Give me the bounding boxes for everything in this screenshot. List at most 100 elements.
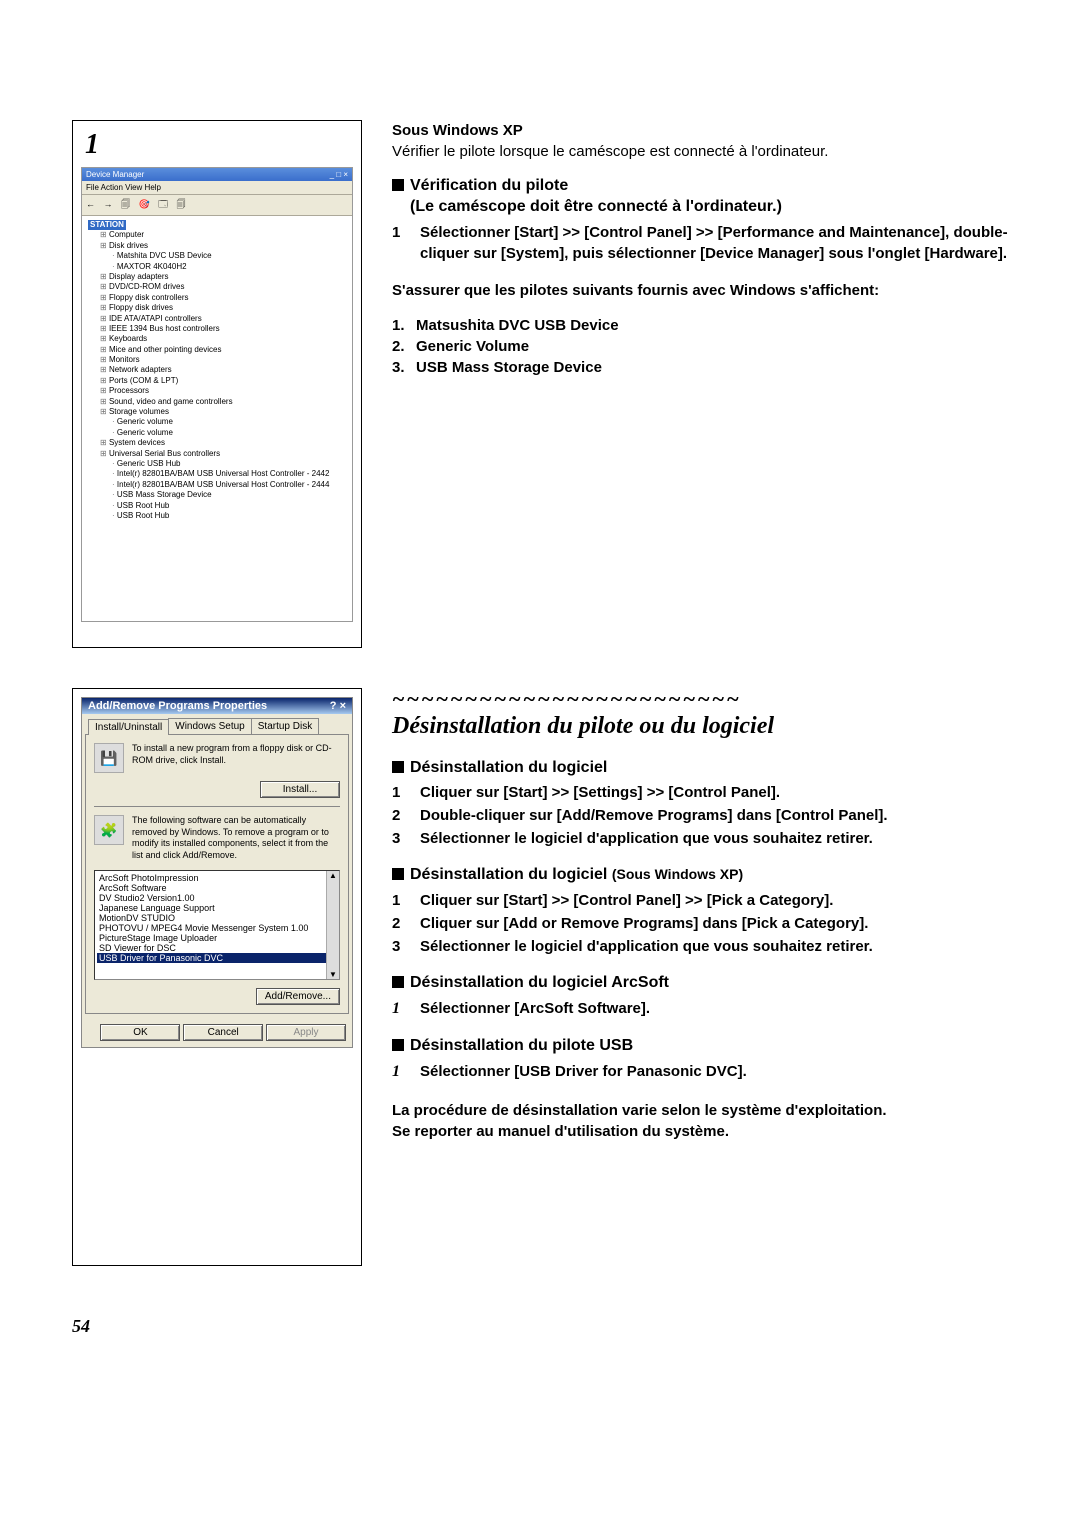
tree-node: Display adapters [100, 272, 346, 282]
step-row: 3Sélectionner le logiciel d'application … [392, 936, 1008, 957]
tree-leaf: USB Root Hub [112, 511, 346, 521]
tab-install-uninstall[interactable]: Install/Uninstall [88, 719, 169, 735]
dialog-buttons: OK Cancel Apply [82, 1024, 352, 1047]
tree-node: Universal Serial Bus controllersGeneric … [100, 449, 346, 522]
right-column-bottom: ~~~~~~~~~~~~~~~~~~~~~~~~ Désinstallation… [392, 688, 1008, 1286]
tree-leaf: Generic volume [112, 428, 346, 438]
install-text: To install a new program from a floppy d… [132, 743, 340, 766]
bullet-square-icon [392, 761, 404, 773]
bullet-square-icon [392, 976, 404, 988]
driver-row: 2.Generic Volume [392, 336, 1008, 357]
list-item[interactable]: PictureStage Image Uploader [97, 933, 337, 943]
step-row: 1 Sélectionner [ArcSoft Software]. [392, 998, 1008, 1020]
step-row: 3Sélectionner le logiciel d'application … [392, 828, 1008, 849]
tab-startup-disk[interactable]: Startup Disk [251, 718, 319, 734]
steps-c: 1 Sélectionner [ArcSoft Software]. [392, 998, 1008, 1020]
list-item[interactable]: Japanese Language Support [97, 903, 337, 913]
step-text: Sélectionner le logiciel d'application q… [420, 828, 873, 849]
device-manager-window: Device Manager _ □ × File Action View He… [81, 167, 353, 622]
apply-button[interactable]: Apply [266, 1024, 346, 1041]
left-column-bottom: Add/Remove Programs Properties ? × Insta… [72, 688, 362, 1286]
bullet-square-icon [392, 1039, 404, 1051]
cancel-button[interactable]: Cancel [183, 1024, 263, 1041]
verification-subtitle: (Le caméscope doit être connecté à l'ord… [410, 197, 782, 218]
verification-steps: 1 Sélectionner [Start] >> [Control Panel… [392, 222, 1008, 264]
uninstall-arcsoft-heading: Désinstallation du logiciel ArcSoft [392, 973, 1008, 994]
step-row: 2 Cliquer sur [Add or Remove Programs] da… [392, 913, 1008, 934]
scroll-up-icon[interactable]: ▲ [329, 871, 337, 880]
right-column-top: Sous Windows XP Vérifier le pilote lorsq… [392, 120, 1008, 668]
steps-b: 1Cliquer sur [Start] >> [Control Panel] … [392, 890, 1008, 957]
tree-node: Storage volumesGeneric volumeGeneric vol… [100, 407, 346, 438]
ok-button[interactable]: OK [100, 1024, 180, 1041]
tree-leaf: Generic USB Hub [112, 459, 346, 469]
wave-divider: ~~~~~~~~~~~~~~~~~~~~~~~~ [392, 688, 1008, 710]
tree-node: Sound, video and game controllers [100, 397, 346, 407]
step-row: 1Cliquer sur [Start] >> [Control Panel] … [392, 890, 1008, 911]
addremove-button-row: Add/Remove... [94, 988, 340, 1005]
addremove-title-text: Add/Remove Programs Properties [88, 700, 267, 712]
tree-leaf: MAXTOR 4K040H2 [112, 262, 346, 272]
steps-d: 1 Sélectionner [USB Driver for Panasonic… [392, 1061, 1008, 1083]
tab-windows-setup[interactable]: Windows Setup [168, 718, 251, 734]
steps-a: 1 Cliquer sur [Start] >> [Settings] >> [C… [392, 782, 1008, 849]
os-heading: Sous Windows XP [392, 120, 1008, 141]
tree-node: Network adapters [100, 365, 346, 375]
programs-listbox[interactable]: ArcSoft PhotoImpressionArcSoft SoftwareD… [94, 870, 340, 980]
scroll-down-icon[interactable]: ▼ [329, 970, 337, 979]
driver-row: 3.USB Mass Storage Device [392, 357, 1008, 378]
tree-node: Ports (COM & LPT) [100, 376, 346, 386]
step-text: Sélectionner [USB Driver for Panasonic D… [420, 1061, 747, 1083]
step-number: 3 [392, 936, 408, 957]
devmgr-tree: STATION ComputerDisk drivesMatshita DVC … [82, 216, 352, 621]
addremove-titlebar: Add/Remove Programs Properties ? × [82, 698, 352, 714]
step-number: 1 [392, 222, 408, 264]
addremove-body: 💾 To install a new program from a floppy… [85, 734, 349, 1014]
install-icon: 💾 [94, 743, 124, 773]
tree-leaf: Intel(r) 82801BA/BAM USB Universal Host … [112, 469, 346, 479]
top-row: 1 Device Manager _ □ × File Action View … [72, 120, 1008, 668]
list-item[interactable]: SD Viewer for DSC [97, 943, 337, 953]
tree-node: Processors [100, 386, 346, 396]
heading-b-main: Désinstallation du logiciel [410, 866, 612, 883]
list-item[interactable]: ArcSoft PhotoImpression [97, 873, 337, 883]
list-item[interactable]: PHOTOVU / MPEG4 Movie Messenger System 1… [97, 923, 337, 933]
step-number: 1 [392, 1061, 408, 1083]
step-text: Cliquer sur [Add or Remove Programs] dan… [420, 913, 868, 934]
listbox-scrollbar[interactable]: ▲ ▼ [326, 871, 339, 979]
footer-note-1: La procédure de désinstallation varie se… [392, 1100, 1008, 1121]
heading-a-text: Désinstallation du logiciel [410, 758, 607, 779]
tree-node: Keyboards [100, 334, 346, 344]
driver-number: 1. [392, 315, 406, 336]
bullet-square-icon [392, 868, 404, 880]
tree-node: Floppy disk drives [100, 303, 346, 313]
os-note: Vérifier le pilote lorsque le caméscope … [392, 141, 1008, 162]
devmgr-title-text: Device Manager [86, 170, 144, 179]
tree-leaf: USB Root Hub [112, 501, 346, 511]
driver-number: 3. [392, 357, 406, 378]
bottom-row: Add/Remove Programs Properties ? × Insta… [72, 688, 1008, 1286]
install-section: 💾 To install a new program from a floppy… [94, 743, 340, 773]
list-item[interactable]: MotionDV STUDIO [97, 913, 337, 923]
heading-b-sub: (Sous Windows XP) [612, 866, 743, 882]
step-text: Double-cliquer sur [Add/Remove Programs]… [420, 805, 888, 826]
tree-node: System devices [100, 438, 346, 448]
heading-d-text: Désinstallation du pilote USB [410, 1036, 633, 1057]
add-remove-window: Add/Remove Programs Properties ? × Insta… [81, 697, 353, 1048]
step-row: 2Double-cliquer sur [Add/Remove Programs… [392, 805, 1008, 826]
install-button-row: Install... [94, 781, 340, 798]
left-column-top: 1 Device Manager _ □ × File Action View … [72, 120, 362, 668]
tree-node: Monitors [100, 355, 346, 365]
step-number: 2 [392, 913, 408, 934]
list-item[interactable]: ArcSoft Software [97, 883, 337, 893]
install-button[interactable]: Install... [260, 781, 340, 798]
addremove-button[interactable]: Add/Remove... [256, 988, 340, 1005]
step-text: Cliquer sur [Start] >> [Control Panel] >… [420, 890, 833, 911]
driver-name: Matsushita DVC USB Device [416, 315, 619, 336]
step-text: Sélectionner [ArcSoft Software]. [420, 998, 650, 1020]
step-row: 1 Sélectionner [USB Driver for Panasonic… [392, 1061, 1008, 1083]
list-item[interactable]: USB Driver for Panasonic DVC [97, 953, 337, 963]
step-number: 1 [392, 782, 408, 803]
list-item[interactable]: DV Studio2 Version1.00 [97, 893, 337, 903]
step-text: Cliquer sur [Start] >> [Settings] >> [Co… [420, 782, 780, 803]
